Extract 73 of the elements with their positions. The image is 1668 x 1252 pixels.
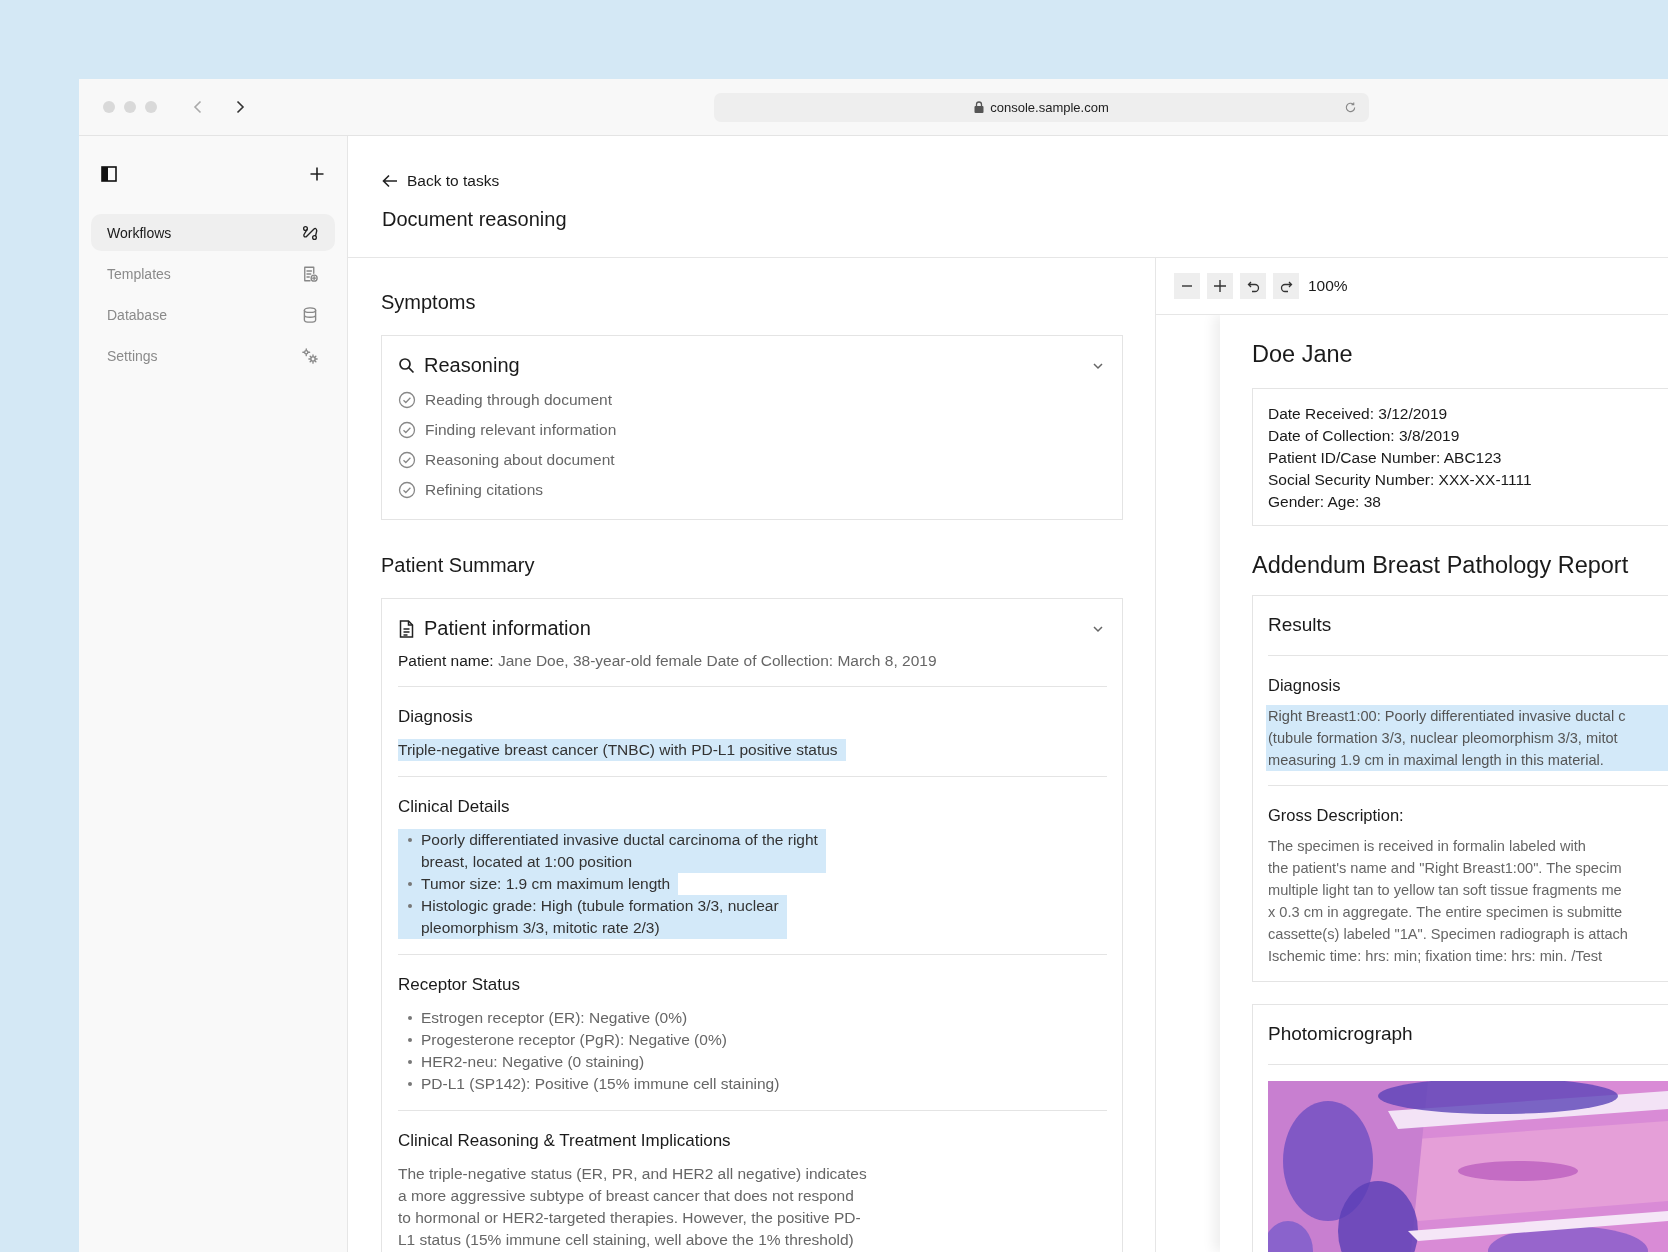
window-dot[interactable] <box>103 101 115 113</box>
list-item: Progesterone receptor (PgR): Negative (0%) <box>398 1029 735 1051</box>
bullet-icon <box>408 1038 412 1042</box>
section-heading: Patient Summary <box>381 554 536 577</box>
bullet-icon <box>408 1016 412 1020</box>
document-title: Doe Jane <box>1252 341 1354 368</box>
address-bar[interactable]: console.sample.com <box>714 92 1369 122</box>
subsection-title: Diagnosis <box>1268 676 1342 695</box>
back-link[interactable]: Back to tasks <box>382 172 500 190</box>
bullet-icon <box>408 1082 412 1086</box>
squiggle-icon <box>301 223 319 242</box>
lock-icon <box>974 101 985 113</box>
subsection-title: Receptor Status <box>398 975 521 995</box>
rotate-right-icon <box>1279 279 1293 293</box>
report-line: Ischemic time: hrs: min; fixation time: hrs: min. /Test <box>1267 947 1604 966</box>
bullet-icon <box>408 1060 412 1064</box>
zoom-out-button[interactable] <box>1174 273 1200 299</box>
step-label: Reading through document <box>425 391 612 409</box>
document-plus-icon <box>301 264 319 283</box>
list-item: Estrogen receptor (ER): Negative (0%) <box>398 1007 696 1029</box>
box-heading: Photomicrograph <box>1268 1005 1668 1065</box>
gears-icon <box>301 346 319 365</box>
sidebar-toggle-icon[interactable] <box>101 166 117 182</box>
reload-icon[interactable] <box>1344 100 1357 114</box>
subsection-title: Clinical Reasoning & Treatment Implications <box>398 1131 732 1151</box>
subsection-title: Gross Description: <box>1268 806 1405 825</box>
list-item: PD-L1 (SP142): Positive (15% immune cell staining) <box>398 1073 788 1095</box>
bullet-icon <box>408 904 412 908</box>
zoom-level: 100% <box>1308 277 1348 295</box>
list-item: Histologic grade: High (tubule formation 3/3, nuclear pleomorphism 3/3, mitotic rate 2/3) <box>398 895 787 939</box>
rotate-left-button[interactable] <box>1240 273 1266 299</box>
zoom-in-button[interactable] <box>1207 273 1233 299</box>
list-item: Tumor size: 1.9 cm maximum length <box>398 873 679 895</box>
list-item: Poorly differentiated invasive ductal carcinoma of the right breast, located at 1:00 position <box>398 829 826 873</box>
bullet-icon <box>408 838 412 842</box>
bullet-icon <box>408 882 412 886</box>
list-item: HER2-neu: Negative (0 staining) <box>398 1051 653 1073</box>
card-title: Reasoning <box>424 354 521 377</box>
section-heading: Symptoms <box>381 291 477 314</box>
step-label: Finding relevant information <box>425 421 617 439</box>
report-line: cassette(s) labeled "1A". Specimen radiograph is attach <box>1267 925 1629 944</box>
step-label: Refining citations <box>425 481 544 499</box>
report-line: the patient's name and "Right Breast1:00". The specim <box>1267 859 1623 878</box>
info-line: Patient ID/Case Number: ABC123 <box>1268 448 1503 468</box>
report-title: Addendum Breast Pathology Report <box>1252 552 1630 579</box>
rotate-right-button[interactable] <box>1273 273 1299 299</box>
report-line: The specimen is received in formalin labeled with <box>1267 837 1587 856</box>
search-icon <box>398 357 415 374</box>
info-line: Social Security Number: XXX-XX-1111 <box>1268 470 1533 490</box>
patient-line: Patient name: Jane Doe, 38-year-old female Date of Collection: March 8, 2019 <box>398 648 1107 687</box>
database-icon <box>301 305 319 324</box>
report-line: x 0.3 cm in aggregate. The entire specimen is submitte <box>1267 903 1624 922</box>
box-heading: Results <box>1268 596 1668 656</box>
plus-icon[interactable] <box>309 166 325 182</box>
subsection-title: Diagnosis <box>398 707 474 727</box>
window-dot[interactable] <box>145 101 157 113</box>
document-icon <box>398 619 415 638</box>
url-text: console.sample.com <box>990 99 1109 115</box>
subsection-title: Clinical Details <box>398 797 511 817</box>
paragraph: The triple-negative status (ER, PR, and HER2 all negative) indicates a more aggressive subtype of breast cancer that does not respond to hormonal or HER2-targeted therapies. However, the positive PD- L1 status (15% immune cell staining, well above the 1% threshold) <box>398 1164 868 1250</box>
rotate-left-icon <box>1246 279 1260 293</box>
diagnosis-text: Triple-negative breast cancer (TNBC) with PD-L1 positive status <box>398 739 846 761</box>
card-title: Patient information <box>424 617 592 640</box>
info-line: Date Received: 3/12/2019 <box>1268 404 1449 424</box>
info-line: Date of Collection: 3/8/2019 <box>1268 426 1461 446</box>
page-title: Document reasoning <box>382 208 568 231</box>
info-line: Gender: Age: 38 <box>1268 492 1382 512</box>
step-label: Reasoning about document <box>425 451 615 469</box>
report-line: multiple light tan to yellow tan soft tissue fragments me <box>1267 881 1623 900</box>
plus-icon <box>1213 279 1227 293</box>
sidebar-item[interactable]: Workflows <box>91 214 335 251</box>
window-dot[interactable] <box>124 101 136 113</box>
arrow-left-icon <box>382 174 398 188</box>
